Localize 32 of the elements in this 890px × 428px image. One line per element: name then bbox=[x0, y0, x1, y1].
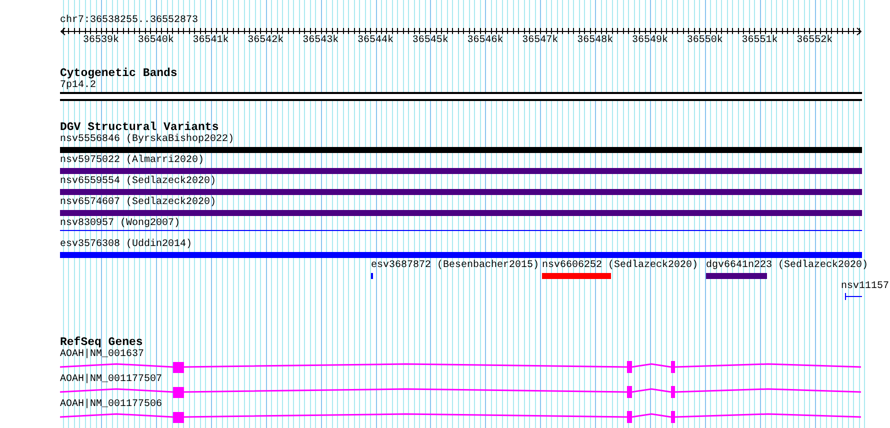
tick-label: 36543k bbox=[302, 35, 339, 47]
tick-label: 36545k bbox=[412, 35, 448, 47]
tick-label: 36546k bbox=[467, 35, 504, 47]
track-title: RefSeq Genes bbox=[60, 337, 143, 349]
tick-label: 36552k bbox=[796, 35, 833, 47]
tick-label: 36551k bbox=[742, 35, 778, 47]
tick-label: 36541k bbox=[192, 35, 229, 47]
variant-label: nsv11157 bbox=[841, 281, 890, 293]
gene-label: AOAH|NM_001177506 bbox=[60, 399, 162, 411]
variant-label: nsv6574607 (Sedlazeck2020) bbox=[60, 197, 216, 209]
tick-label: 36547k bbox=[522, 35, 558, 47]
variant-label: dgv6641n223 (Sedlazeck2020) bbox=[706, 260, 868, 272]
tick-label: 36550k bbox=[686, 35, 723, 47]
band-label: 7p14.2 bbox=[60, 80, 96, 92]
gene-label: AOAH|NM_001177507 bbox=[60, 374, 162, 386]
track-title: DGV Structural Variants bbox=[60, 122, 219, 134]
variant-label: esv3687872 (Besenbacher2015) bbox=[371, 260, 540, 272]
variant-label: esv3576308 (Uddin2014) bbox=[60, 239, 192, 251]
track-title: Cytogenetic Bands bbox=[60, 68, 178, 80]
variant-label: nsv5975022 (Almarri2020) bbox=[60, 155, 204, 167]
tick-label: 36549k bbox=[632, 35, 668, 47]
gene-label: AOAH|NM_001637 bbox=[60, 349, 144, 361]
variant-label: nsv6606252 (Sedlazeck2020) bbox=[542, 260, 698, 272]
tick-label: 36548k bbox=[577, 35, 614, 47]
tick-label: 36544k bbox=[358, 35, 394, 47]
tick-label: 36540k bbox=[138, 35, 174, 47]
tick-label: 36539k bbox=[83, 35, 119, 47]
region-label: chr7:36538255..36552873 bbox=[60, 15, 198, 27]
variant-label: nsv5556846 (ByrskaBishop2022) bbox=[60, 134, 234, 146]
variant-label: nsv6559554 (Sedlazeck2020) bbox=[60, 176, 216, 188]
tick-label: 36542k bbox=[248, 35, 284, 47]
variant-label: nsv830957 (Wong2007) bbox=[60, 218, 180, 230]
